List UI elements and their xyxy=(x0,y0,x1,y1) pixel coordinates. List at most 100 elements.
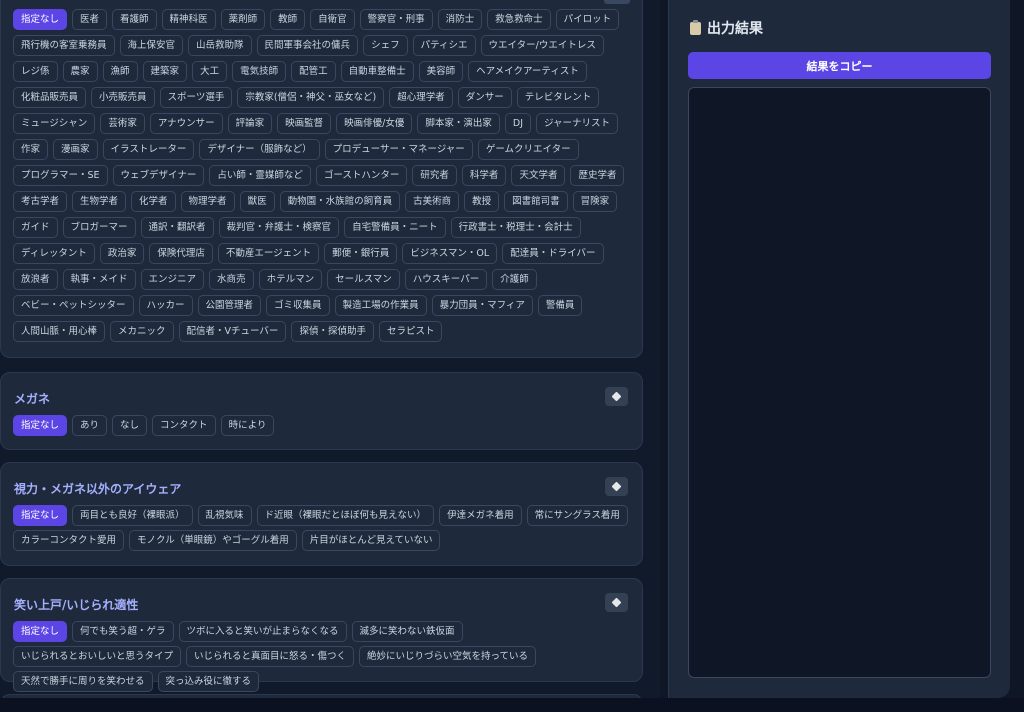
occupation-option-chip[interactable]: 放浪者 xyxy=(13,269,58,290)
occupation-option-chip[interactable]: 保険代理店 xyxy=(149,243,213,264)
occupation-option-chip[interactable]: ミュージシャン xyxy=(13,113,96,134)
eyewear-option-chip[interactable]: 両目とも良好（裸眼派） xyxy=(72,505,193,526)
eyewear-option-chip[interactable]: モノクル（単眼鏡）やゴーグル着用 xyxy=(129,530,297,551)
occupation-option-chip[interactable]: 郵便・銀行員 xyxy=(324,243,398,264)
occupation-option-chip[interactable]: 飛行機の客室乗務員 xyxy=(13,35,115,56)
occupation-option-chip[interactable]: 大工 xyxy=(192,61,228,82)
occupation-option-chip[interactable]: 教師 xyxy=(270,9,306,30)
glasses-option-chip[interactable]: 指定なし xyxy=(13,415,68,436)
occupation-option-chip[interactable]: セラピスト xyxy=(378,321,443,342)
glasses-option-chip[interactable]: あり xyxy=(72,415,108,436)
occupation-option-chip[interactable]: 政治家 xyxy=(99,243,145,264)
laugh-option-chip[interactable]: いじられると真面目に怒る・傷つく xyxy=(186,646,355,667)
laugh-option-chip[interactable]: 突っ込み役に徹する xyxy=(157,671,260,692)
occupation-option-chip[interactable]: 山岳救助隊 xyxy=(188,35,252,56)
occupation-option-chip[interactable]: イラストレーター xyxy=(102,139,195,160)
eyewear-random-button[interactable] xyxy=(605,477,628,496)
occupation-option-chip[interactable]: 教授 xyxy=(464,191,500,212)
occupation-option-chip[interactable]: 評論家 xyxy=(227,113,273,134)
occupation-option-chip[interactable]: 消防士 xyxy=(437,9,483,30)
occupation-option-chip[interactable]: 化学者 xyxy=(131,191,176,212)
glasses-option-chip[interactable]: 時により xyxy=(220,415,275,436)
occupation-option-chip[interactable]: 超心理学者 xyxy=(389,87,453,108)
laugh-random-button[interactable] xyxy=(605,593,628,612)
occupation-option-chip[interactable]: ガイド xyxy=(13,217,58,238)
occupation-option-chip[interactable]: 脚本家・演出家 xyxy=(417,113,500,134)
occupation-option-chip[interactable]: 配管工 xyxy=(291,61,336,82)
occupation-option-chip[interactable]: 図書館司書 xyxy=(504,191,568,212)
laugh-option-chip[interactable]: 滅多に笑わない鉄仮面 xyxy=(351,621,463,642)
occupation-option-chip[interactable]: 考古学者 xyxy=(13,191,68,212)
occupation-option-chip[interactable]: 映画俳優/女優 xyxy=(336,113,413,134)
occupation-option-chip[interactable]: ブロガーマー xyxy=(62,217,136,238)
occupation-option-chip[interactable]: 製造工場の作業員 xyxy=(334,295,427,316)
occupation-option-chip[interactable]: 映画監督 xyxy=(277,113,332,134)
occupation-option-chip[interactable]: ジャーナリスト xyxy=(536,113,619,134)
occupation-option-chip[interactable]: 獣医 xyxy=(239,191,275,212)
occupation-option-chip[interactable]: 指定なし xyxy=(13,9,68,30)
occupation-option-chip[interactable]: 農家 xyxy=(62,61,98,82)
occupation-option-chip[interactable]: 宗教家(僧侶・神父・巫女など) xyxy=(237,87,385,108)
occupation-option-chip[interactable]: 水商売 xyxy=(209,269,254,290)
copy-result-button[interactable]: 結果をコピー xyxy=(688,52,991,79)
occupation-option-chip[interactable]: 小売販売員 xyxy=(91,87,155,108)
occupation-option-chip[interactable]: 自動車整備士 xyxy=(340,61,414,82)
occupation-option-chip[interactable]: 警察官・刑事 xyxy=(359,9,433,30)
occupation-option-chip[interactable]: 生物学者 xyxy=(72,191,127,212)
occupation-option-chip[interactable]: DJ xyxy=(504,113,532,134)
occupation-option-chip[interactable]: 古美術商 xyxy=(405,191,460,212)
eyewear-option-chip[interactable]: ド近眼（裸眼だとほぼ何も見えない） xyxy=(256,505,435,526)
occupation-option-chip[interactable]: 執事・メイド xyxy=(62,269,136,290)
occupation-option-chip[interactable]: 医者 xyxy=(72,9,108,30)
occupation-option-chip[interactable]: 作家 xyxy=(13,139,49,160)
occupation-option-chip[interactable]: ダンサー xyxy=(457,87,512,108)
occupation-option-chip[interactable]: パイロット xyxy=(555,9,620,30)
occupation-option-chip[interactable]: アナウンサー xyxy=(149,113,223,134)
occupation-option-chip[interactable]: 裁判官・弁護士・検察官 xyxy=(218,217,340,238)
occupation-option-chip[interactable]: 冒険家 xyxy=(572,191,618,212)
laugh-option-chip[interactable]: 天然で勝手に周りを笑わせる xyxy=(13,671,153,692)
glasses-random-button[interactable] xyxy=(605,387,628,406)
occupation-option-chip[interactable]: 探偵・探偵助手 xyxy=(291,321,374,342)
occupation-option-chip[interactable]: プログラマー・SE xyxy=(13,165,108,186)
glasses-option-chip[interactable]: なし xyxy=(112,415,148,436)
occupation-option-chip[interactable]: 配信者・Vチューバー xyxy=(178,321,287,342)
result-textarea[interactable] xyxy=(688,87,991,678)
occupation-option-chip[interactable]: ハッカー xyxy=(138,295,193,316)
occupation-option-chip[interactable]: ハウスキーパー xyxy=(404,269,488,290)
occupation-option-chip[interactable]: 不動産エージェント xyxy=(217,243,320,264)
occupation-option-chip[interactable]: 占い師・霊媒師など xyxy=(209,165,311,186)
laugh-option-chip[interactable]: ツボに入ると笑いが止まらなくなる xyxy=(178,621,347,642)
occupation-option-chip[interactable]: エンジニア xyxy=(140,269,205,290)
occupation-option-chip[interactable]: パティシエ xyxy=(412,35,476,56)
occupation-option-chip[interactable]: ウエイター/ウエイトレス xyxy=(480,35,604,56)
panel-dice-button-partial[interactable] xyxy=(604,0,630,4)
occupation-option-chip[interactable]: ウェブデザイナー xyxy=(112,165,205,186)
occupation-option-chip[interactable]: 薬剤師 xyxy=(220,9,266,30)
eyewear-option-chip[interactable]: 片目がほとんど見えていない xyxy=(301,530,441,551)
occupation-option-chip[interactable]: テレビタレント xyxy=(516,87,600,108)
occupation-option-chip[interactable]: 配達員・ドライバー xyxy=(502,243,604,264)
occupation-option-chip[interactable]: プロデューサー・マネージャー xyxy=(324,139,473,160)
occupation-option-chip[interactable]: ベビー・ペットシッター xyxy=(13,295,134,316)
eyewear-option-chip[interactable]: 伊達メガネ着用 xyxy=(439,505,522,526)
occupation-option-chip[interactable]: ゴミ収集員 xyxy=(266,295,330,316)
occupation-option-chip[interactable]: 救急救命士 xyxy=(487,9,551,30)
occupation-option-chip[interactable]: 看護師 xyxy=(112,9,157,30)
eyewear-option-chip[interactable]: カラーコンタクト愛用 xyxy=(13,530,125,551)
occupation-option-chip[interactable]: 電気技師 xyxy=(232,61,287,82)
occupation-option-chip[interactable]: 自衛官 xyxy=(310,9,355,30)
occupation-option-chip[interactable]: 精神科医 xyxy=(161,9,216,30)
occupation-option-chip[interactable]: 海上保安官 xyxy=(119,35,184,56)
occupation-option-chip[interactable]: 行政書士・税理士・会計士 xyxy=(450,217,581,238)
occupation-option-chip[interactable]: ディレッタント xyxy=(13,243,95,264)
occupation-option-chip[interactable]: 介護師 xyxy=(492,269,537,290)
eyewear-option-chip[interactable]: 乱視気味 xyxy=(197,505,252,526)
occupation-option-chip[interactable]: 歴史学者 xyxy=(570,165,625,186)
occupation-option-chip[interactable]: ビジネスマン・OL xyxy=(402,243,498,264)
occupation-option-chip[interactable]: レジ係 xyxy=(13,61,58,82)
occupation-option-chip[interactable]: 科学者 xyxy=(461,165,507,186)
occupation-option-chip[interactable]: ホテルマン xyxy=(258,269,323,290)
laugh-option-chip[interactable]: いじられるとおいしいと思うタイプ xyxy=(13,646,182,667)
occupation-option-chip[interactable]: 通訳・翻訳者 xyxy=(140,217,214,238)
